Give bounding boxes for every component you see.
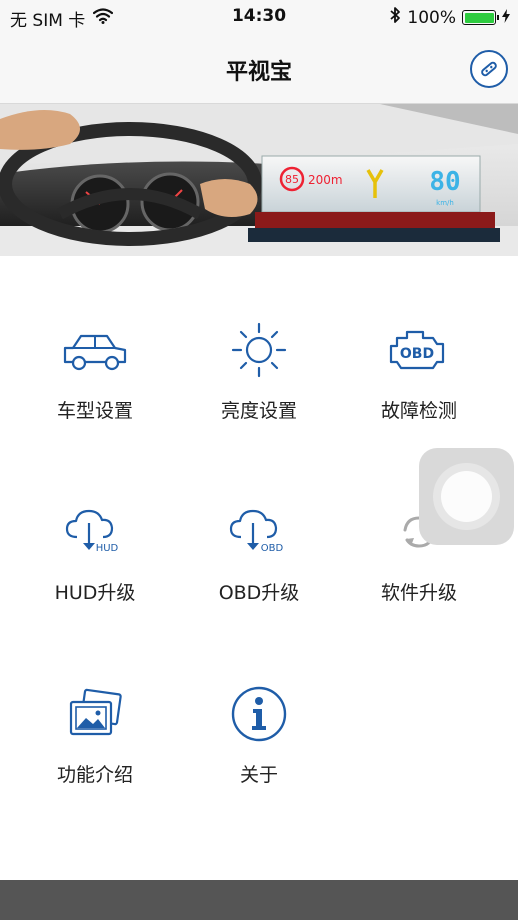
cloud-download-icon: OBD — [219, 502, 299, 562]
menu-item-about[interactable]: 关于 — [174, 664, 344, 804]
hud-badge: HUD — [96, 543, 119, 554]
hud-speed-limit: 85 — [285, 173, 299, 186]
page-title: 平视宝 — [225, 60, 292, 85]
menu-label: OBD升级 — [218, 582, 300, 604]
menu-label: 软件升级 — [380, 582, 457, 604]
settings-link-icon — [481, 61, 497, 77]
battery-fill — [464, 12, 494, 23]
menu-label: 车型设置 — [56, 400, 133, 422]
info-icon — [219, 684, 299, 744]
hud-speed: 80 — [429, 167, 460, 197]
hud-speed-unit: km/h — [436, 199, 454, 207]
status-bar: 无 SIM 卡 14:30 100% — [0, 0, 518, 34]
settings-link-button[interactable] — [470, 50, 508, 88]
cloud-download-icon: HUD — [55, 502, 135, 562]
obd-badge: OBD — [261, 543, 284, 554]
engine-obd-icon: OBD — [379, 320, 459, 380]
battery-icon — [462, 10, 499, 25]
navigation-bar: 平视宝 — [0, 34, 518, 104]
menu-label: 故障检测 — [380, 400, 457, 422]
sun-icon — [219, 320, 299, 380]
menu-item-fault-detection[interactable]: OBD 故障检测 — [334, 300, 504, 440]
menu-item-hud-upgrade[interactable]: HUD HUD升级 — [10, 482, 180, 622]
charging-icon — [502, 8, 510, 28]
assistive-touch-button[interactable] — [419, 448, 514, 545]
status-right: 100% — [389, 6, 510, 29]
car-icon — [55, 320, 135, 380]
assistive-touch-center — [441, 471, 492, 522]
menu-item-feature-intro[interactable]: 功能介绍 — [10, 664, 180, 804]
menu-label: HUD升级 — [54, 582, 136, 604]
menu-label: 功能介绍 — [56, 764, 133, 786]
menu-item-brightness-settings[interactable]: 亮度设置 — [174, 300, 344, 440]
hud-banner-image: 85 200m 80 km/h — [0, 104, 518, 256]
hud-distance: 200m — [308, 173, 343, 187]
bottom-bar — [0, 880, 518, 920]
obd-badge: OBD — [400, 346, 434, 362]
menu-item-obd-upgrade[interactable]: OBD OBD升级 — [174, 482, 344, 622]
menu-item-car-settings[interactable]: 车型设置 — [10, 300, 180, 440]
menu-label: 亮度设置 — [220, 400, 297, 422]
menu-label: 关于 — [239, 764, 278, 786]
bluetooth-icon — [389, 6, 401, 29]
battery-percent: 100% — [407, 7, 456, 28]
photos-icon — [55, 684, 135, 744]
